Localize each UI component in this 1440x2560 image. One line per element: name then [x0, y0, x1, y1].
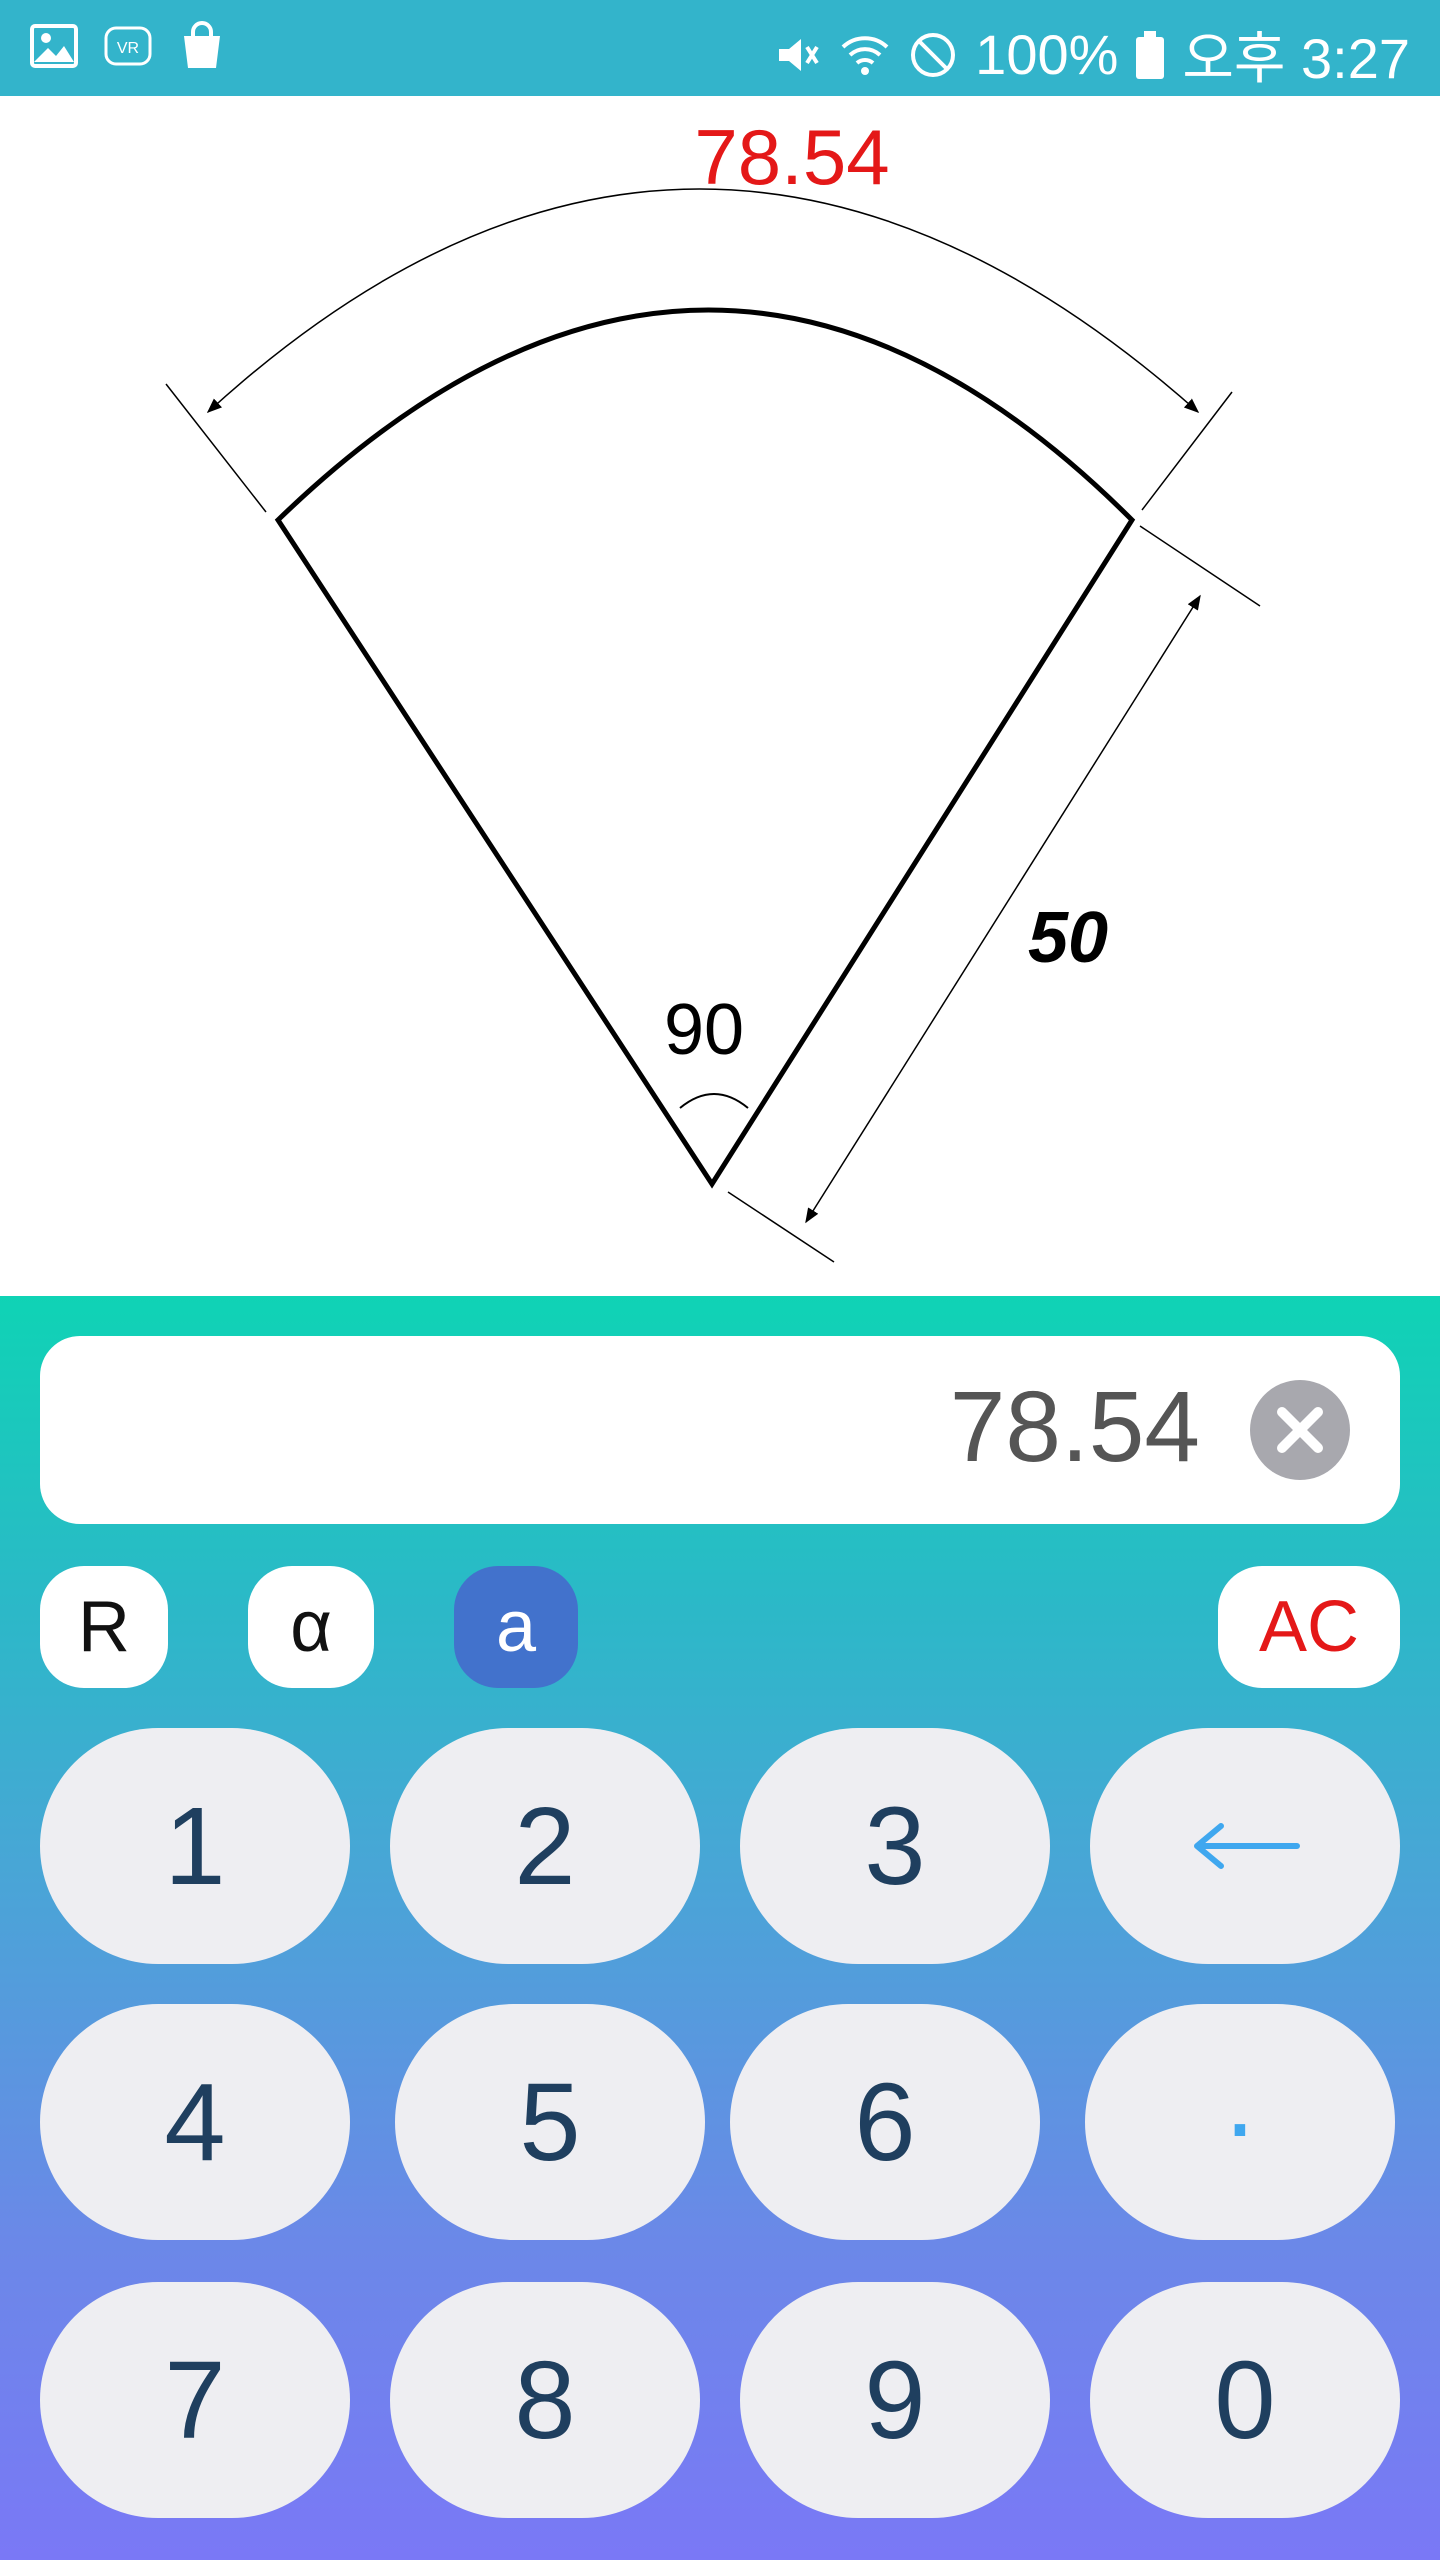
image-icon: [30, 24, 78, 68]
decimal-point-button[interactable]: ·: [1085, 2004, 1395, 2240]
display-field[interactable]: 78.54: [40, 1336, 1400, 1524]
mute-icon: [779, 38, 819, 71]
key-7[interactable]: 7: [40, 2282, 350, 2518]
key-4[interactable]: 4: [40, 2004, 350, 2240]
vr-icon: VR: [104, 26, 152, 66]
radius-label: 50: [1028, 898, 1108, 978]
mode-button-arc-length[interactable]: a: [454, 1566, 578, 1688]
clock: 오후 3:27: [1182, 27, 1410, 90]
backspace-button[interactable]: [1090, 1728, 1400, 1964]
battery-icon: [1136, 30, 1165, 79]
status-bar: VR 100% 오후 3:27: [0, 0, 1440, 96]
key-8[interactable]: 8: [390, 2282, 700, 2518]
mode-button-angle[interactable]: α: [248, 1566, 374, 1688]
arc-dimension-line: [206, 188, 1200, 414]
radius-dimension-line: [805, 594, 1201, 1224]
arc-length-label: 78.54: [694, 113, 889, 201]
extension-line-top: [1139, 525, 1261, 607]
wifi-icon: [841, 35, 889, 75]
do-not-disturb-icon: [911, 32, 956, 77]
key-1[interactable]: 1: [40, 1728, 350, 1964]
extension-line-left: [165, 383, 267, 513]
key-3[interactable]: 3: [740, 1728, 1050, 1964]
sector-diagram: 78.54 50 90: [165, 113, 1261, 1263]
angle-mark: [679, 1093, 749, 1109]
key-2[interactable]: 2: [390, 1728, 700, 1964]
shopping-bag-icon: [184, 21, 220, 68]
key-5[interactable]: 5: [395, 2004, 705, 2240]
calculator-panel: 78.54 R α a AC 1 2 3 4 5 6 · 7 8 9 0: [0, 1296, 1440, 2560]
all-clear-button[interactable]: AC: [1218, 1566, 1400, 1688]
extension-line-right: [1141, 391, 1233, 511]
clear-input-button[interactable]: [1250, 1380, 1350, 1480]
close-icon: [1277, 1407, 1323, 1453]
svg-text:VR: VR: [117, 40, 139, 57]
key-0[interactable]: 0: [1090, 2282, 1400, 2518]
status-right: 100% 오후 3:27: [771, 14, 1410, 95]
battery-percent: 100%: [975, 23, 1119, 86]
mode-button-radius[interactable]: R: [40, 1566, 168, 1688]
angle-label: 90: [664, 990, 744, 1070]
backspace-arrow-icon: [1194, 1823, 1300, 1869]
key-9[interactable]: 9: [740, 2282, 1050, 2518]
display-value: 78.54: [949, 1371, 1200, 1483]
key-6[interactable]: 6: [730, 2004, 1040, 2240]
status-left-icons: VR: [28, 20, 228, 72]
